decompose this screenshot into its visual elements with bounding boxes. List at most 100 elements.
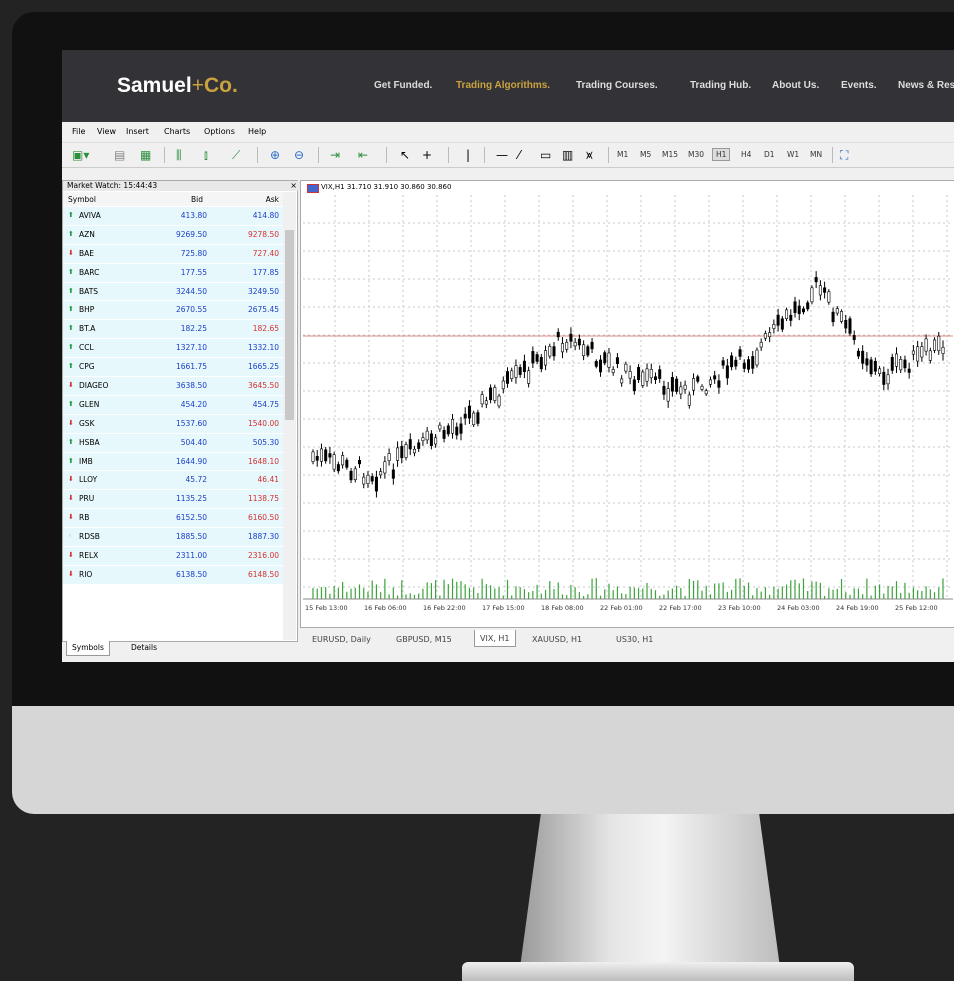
tf-m15[interactable]: M15: [662, 150, 678, 159]
tf-m5[interactable]: M5: [640, 150, 651, 159]
market-watch-row[interactable]: ⬇ RIO 6138.50 6148.50: [63, 565, 283, 585]
market-watch-icon[interactable]: ▦: [140, 147, 151, 163]
candle-body: [675, 378, 679, 392]
candle-body: [522, 360, 526, 372]
candlestick-icon[interactable]: ⫾: [204, 147, 208, 163]
col-symbol[interactable]: Symbol: [68, 195, 96, 204]
auto-scroll-icon[interactable]: ⇥: [330, 147, 340, 163]
nav-get-funded[interactable]: Get Funded.: [374, 80, 432, 91]
ask-price: 3249.50: [247, 286, 279, 296]
market-watch-row[interactable]: ⬆ CCL 1327.10 1332.10: [63, 339, 283, 359]
market-watch-scrollbar[interactable]: [283, 192, 296, 640]
chart-tab-xauusd[interactable]: XAUUSD, H1: [532, 635, 582, 644]
scrollbar-thumb[interactable]: [285, 230, 294, 420]
market-watch-row[interactable]: ⬆ IMB 1644.90 1648.10: [63, 452, 283, 472]
close-icon[interactable]: ×: [290, 181, 297, 191]
candle-body: [755, 349, 759, 366]
zoom-out-icon[interactable]: ⊖: [294, 147, 304, 163]
chart-tab-vix[interactable]: VIX, H1: [474, 630, 516, 647]
symbol-name: BAE: [79, 248, 95, 258]
new-chart-icon[interactable]: ▣▾: [72, 147, 89, 163]
candle-body: [738, 349, 742, 357]
bid-price: 1537.60: [175, 418, 207, 428]
time-axis-label: 24 Feb 03:00: [777, 604, 820, 612]
candle-body: [823, 287, 827, 293]
menu-help[interactable]: Help: [248, 127, 266, 136]
arrow-up-icon: ⬆: [68, 267, 74, 276]
candle-body: [476, 412, 480, 424]
market-watch-row[interactable]: ⬆ AVIVA 413.80 414.80: [63, 207, 283, 226]
tf-mn[interactable]: MN: [810, 150, 822, 159]
tab-symbols[interactable]: Symbols: [66, 641, 110, 656]
bar-chart-icon[interactable]: ⫼: [176, 147, 182, 163]
candle-body: [704, 390, 708, 395]
arrow-up-icon: ⬆: [68, 362, 74, 371]
col-ask[interactable]: Ask: [266, 195, 279, 204]
menu-charts[interactable]: Charts: [164, 127, 190, 136]
market-watch-row[interactable]: ⬇ BAE 725.80 727.40: [63, 244, 283, 264]
tf-h4[interactable]: H4: [741, 150, 751, 159]
profiles-icon[interactable]: ▤: [114, 147, 125, 163]
market-watch-row[interactable]: ⬆ AZN 9269.50 9278.50: [63, 225, 283, 245]
market-watch-row[interactable]: ⬆ BARC 177.55 177.85: [63, 263, 283, 283]
nav-trading-courses[interactable]: Trading Courses.: [576, 80, 658, 91]
candle-body: [480, 394, 484, 405]
vertical-line-icon[interactable]: |: [466, 147, 470, 163]
chart-shift-icon[interactable]: ⇤: [358, 147, 368, 163]
symbol-name: RIO: [79, 569, 93, 579]
nav-events[interactable]: Events.: [841, 80, 877, 91]
tf-d1[interactable]: D1: [764, 150, 775, 159]
candle-body: [751, 356, 755, 369]
indicators-icon[interactable]: ⩙: [586, 147, 593, 163]
chart-tab-us30[interactable]: US30, H1: [616, 635, 653, 644]
tf-m1[interactable]: M1: [617, 150, 628, 159]
market-watch-row[interactable]: ⬆ CPG 1661.75 1665.25: [63, 358, 283, 378]
market-watch-row[interactable]: ⬆ BHP 2670.55 2675.45: [63, 301, 283, 321]
nav-news[interactable]: News & Res: [898, 80, 954, 91]
market-watch-row[interactable]: ⬇ GSK 1537.60 1540.00: [63, 414, 283, 434]
symbol-name: PRU: [79, 494, 95, 504]
site-logo[interactable]: Samuel+Co.: [117, 74, 238, 98]
candle-body: [687, 394, 691, 406]
fibonacci-icon[interactable]: ▥: [562, 147, 573, 163]
candle-body: [408, 439, 412, 450]
chart-tab-gbpusd[interactable]: GBPUSD, M15: [396, 635, 452, 644]
market-watch-row[interactable]: ⬆ BT.A 182.25 182.65: [63, 320, 283, 340]
logo-plus: +: [191, 74, 204, 97]
col-bid[interactable]: Bid: [191, 195, 203, 204]
trading-terminal: File View Insert Charts Options Help ▣▾ …: [62, 122, 954, 662]
market-watch-row[interactable]: ⬇ DIAGEO 3638.50 3645.50: [63, 377, 283, 396]
site-header: Samuel+Co. Get Funded. Trading Algorithm…: [62, 50, 954, 122]
crosshair-icon[interactable]: +: [422, 147, 432, 163]
market-watch-row[interactable]: ⬇ LLOY 45.72 46.41: [63, 471, 283, 491]
line-chart-icon[interactable]: ⟋: [232, 147, 240, 163]
menu-options[interactable]: Options: [204, 127, 235, 136]
tf-h1[interactable]: H1: [712, 148, 731, 161]
horizontal-line-icon[interactable]: —: [496, 147, 508, 163]
text-label-icon[interactable]: ▭: [540, 147, 551, 163]
market-watch-row[interactable]: ⬆ GLEN 454.20 454.75: [63, 395, 283, 415]
symbol-name: LLOY: [79, 475, 98, 485]
market-watch-row[interactable]: ◦ RDSB 1885.50 1887.30: [63, 528, 283, 548]
tab-details[interactable]: Details: [126, 641, 162, 655]
nav-trading-algorithms[interactable]: Trading Algorithms.: [456, 80, 550, 91]
chart-tab-eurusd[interactable]: EURUSD, Daily: [312, 635, 371, 644]
nav-about-us[interactable]: About Us.: [772, 80, 819, 91]
tf-w1[interactable]: W1: [787, 150, 799, 159]
menu-insert[interactable]: Insert: [126, 127, 149, 136]
menu-view[interactable]: View: [97, 127, 116, 136]
market-watch-row[interactable]: ⬆ HSBA 504.40 505.30: [63, 433, 283, 453]
market-watch-row[interactable]: ⬇ RB 6152.50 6160.50: [63, 509, 283, 529]
chart-window[interactable]: VIX,H1 31.710 31.910 30.860 30.860 15 Fe…: [300, 180, 954, 628]
fullscreen-icon[interactable]: ⛶: [840, 147, 848, 163]
market-watch-row[interactable]: ⬇ RELX 2311.00 2316.00: [63, 547, 283, 566]
tf-m30[interactable]: M30: [688, 150, 704, 159]
zoom-in-icon[interactable]: ⊕: [270, 147, 280, 163]
candle-body: [396, 447, 400, 461]
cursor-icon[interactable]: ↖: [400, 147, 410, 163]
market-watch-row[interactable]: ⬆ BATS 3244.50 3249.50: [63, 282, 283, 302]
trendline-icon[interactable]: ⁄: [518, 147, 520, 163]
market-watch-row[interactable]: ⬇ PRU 1135.25 1138.75: [63, 490, 283, 510]
menu-file[interactable]: File: [72, 127, 85, 136]
nav-trading-hub[interactable]: Trading Hub.: [690, 80, 751, 91]
